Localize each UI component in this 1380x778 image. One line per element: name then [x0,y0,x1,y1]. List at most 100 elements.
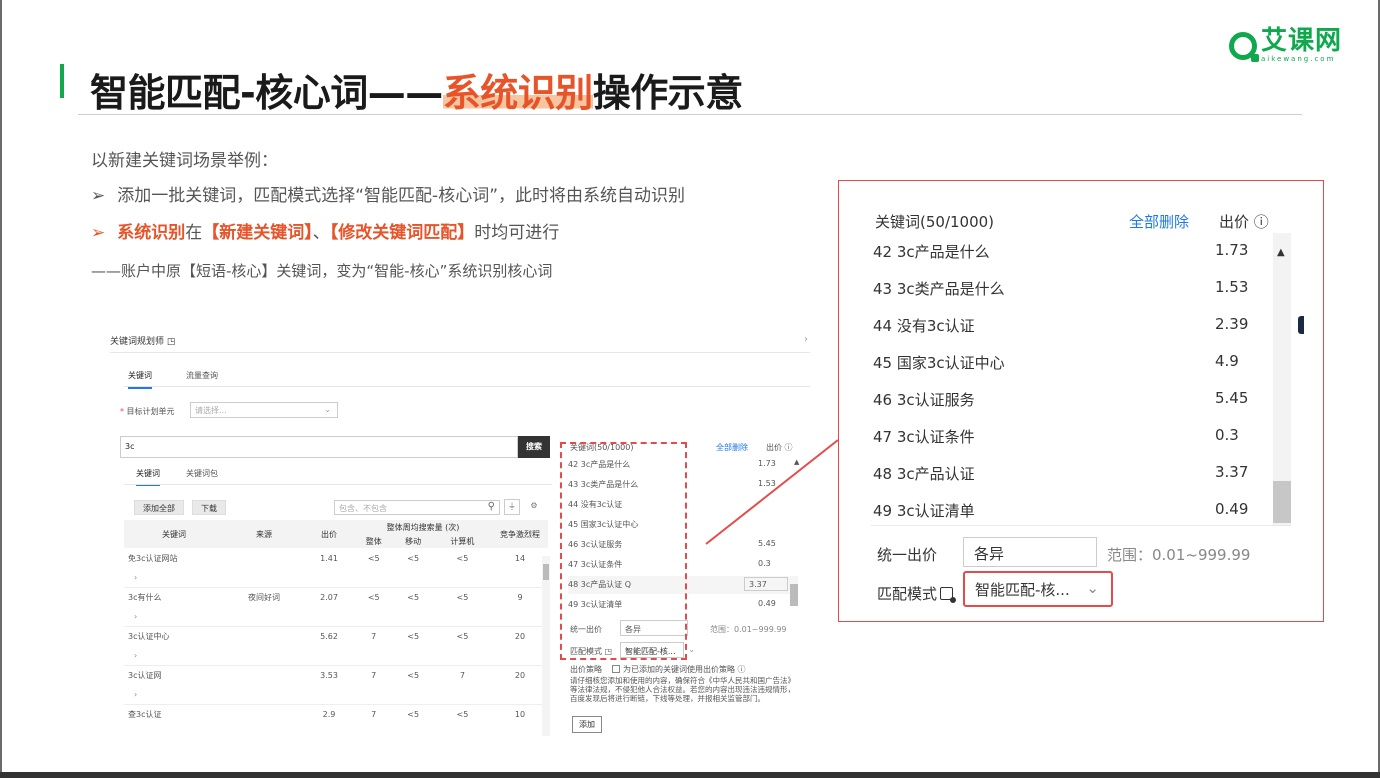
item-bid: 1.53 [758,479,776,488]
add-button[interactable]: 添加 [572,716,602,733]
list-item[interactable]: 49 3c认证清单 0.49 [871,492,1271,529]
arrow-bullet-icon: ➢ [91,223,106,243]
cell-keyword: 免3c认证网站 [128,554,178,563]
expand-arrow-icon[interactable]: › [124,608,548,627]
list-item[interactable]: 46 3c认证服务 5.45 [871,381,1271,418]
bid-strategy-checkbox[interactable] [612,665,620,673]
item-bid: 5.45 [1215,389,1249,407]
cell-mobile: <5 [407,710,420,720]
funnel-icon[interactable]: ⏚ [504,499,520,515]
expand-arrow-icon[interactable]: › [124,647,548,666]
expand-arrow-icon[interactable]: › [124,686,548,705]
cell-overall: 7 [371,710,377,720]
cell-keyword: 3c认证网 [128,671,162,681]
table-row[interactable]: 免3c认证网站 1.41 <5 <5 <5 14 [124,548,548,569]
th-pc: 计算机 [432,534,492,548]
cell-overall: <5 [367,554,380,563]
list-item[interactable]: 47 3c认证条件 0.3 [871,418,1271,455]
edge-marker [1298,316,1304,334]
gear-icon[interactable]: ⚙ [526,499,542,515]
zoom-bid-range: 范围：0.01~999.99 [1107,546,1251,564]
keyword-planner-screenshot: 关键词规划师 ◳ › 关键词 流量查询 * 目标计划单元 请选择... ⌄ 3c … [110,328,810,738]
legal-notice: 请仔细核您添加和使用的内容，确保符合《中华人民共和国广告法》等法律法规，不侵犯他… [570,676,795,703]
item-bid: 4.9 [1215,352,1239,370]
sub-note: ——账户中原【短语-核心】关键词，变为“智能-核心”系统识别核心词 [91,262,553,280]
expand-arrow-icon[interactable]: › [124,569,548,588]
cell-keyword: 查3c认证 [128,710,162,720]
logo-text: 艾课网 aikewang.com [1261,28,1342,63]
list-item[interactable]: 45 国家3c认证中心 4.9 [871,344,1271,381]
bullet-1-text: 添加一批关键词，匹配模式选择“智能匹配-核心词”，此时将由系统自动识别 [117,186,685,206]
cell-pc: <5 [456,632,469,642]
search-button[interactable]: 搜索 [518,436,550,458]
cell-pc: <5 [456,593,469,603]
search-icon: ⚲ [487,501,495,512]
zoom-bid-header: 出价 ⓘ [1219,213,1269,231]
th-weekly-search: 整体周均搜索量 (次) [354,520,492,534]
th-overall: 整体 [354,534,394,548]
table-row[interactable]: 3c认证网 3.53 7 <5 7 20 [124,665,548,686]
cell-source [224,665,304,686]
bid-strategy-label: 出价策略 [570,665,602,674]
cell-source: 夜间好词 [248,593,280,603]
zoom-match-mode-text: 匹配模式 [877,585,938,603]
keyword-search-input[interactable]: 3c [120,436,518,458]
table-scrollbar[interactable] [542,556,550,736]
zoom-divider [871,525,1291,526]
add-all-button[interactable]: 添加全部 [134,500,184,515]
cell-mobile: <5 [407,554,420,563]
chevron-down-icon: ⌄ [688,645,695,654]
bullet-2-em-3: 【修改关键词匹配】 [329,223,475,243]
table-row[interactable]: 3c认证中心 5.62 7 <5 <5 20 [124,626,548,647]
zoom-match-mode-select[interactable]: 智能匹配-核... ⌄ [975,579,1103,603]
info-icon [940,587,957,603]
scroll-up-icon[interactable]: ▲ [794,458,799,466]
cell-competition: 10 [514,710,526,720]
unit-placeholder: 请选择... [195,406,227,415]
chevron-right-icon[interactable]: › [804,334,808,345]
unit-select[interactable]: 请选择... ⌄ [190,402,338,418]
zoom-unified-bid-input[interactable]: 各异 [963,537,1097,567]
table-row[interactable]: 查3c认证 2.9 7 <5 <5 10 [124,704,548,725]
item-keyword: 47 3c认证条件 [873,428,975,446]
delete-all-link[interactable]: 全部删除 [716,442,748,453]
item-keyword: 44 没有3c认证 [873,317,975,335]
item-bid-input[interactable]: 3.37 [744,577,788,591]
item-bid: 1.73 [758,459,776,468]
zoom-delete-all-link[interactable]: 全部删除 [1129,211,1189,232]
list-item[interactable]: 44 没有3c认证 2.39 [871,307,1271,344]
brand-logo: 艾课网 aikewang.com [1228,28,1342,63]
cell-mobile: <5 [407,671,420,681]
table-row[interactable]: 3c有什么 夜间好词 2.07 <5 <5 <5 9 [124,587,548,608]
bullet-2-em-2: 【新建关键词】 [202,223,313,243]
list-item[interactable]: 42 3c产品是什么 1.73 [871,233,1271,270]
cell-mobile: <5 [407,593,420,603]
item-bid: 5.45 [758,539,776,548]
list-item[interactable]: 43 3c类产品是什么 1.53 [871,270,1271,307]
zoom-match-mode-highlight: 智能匹配-核... ⌄ [963,571,1113,607]
intro-text: 以新建关键词场景举例： [91,151,278,171]
cell-source [224,704,304,725]
th-source: 来源 [224,520,304,548]
list-item[interactable]: 48 3c产品认证 3.37 [871,455,1271,492]
cell-bid: 1.41 [320,554,338,563]
panel-scrollbar[interactable] [790,584,798,606]
zoom-match-mode-label: 匹配模式 [877,583,957,604]
cell-competition: 14 [514,554,526,563]
cell-bid: 3.53 [320,671,338,681]
cell-pc: 7 [459,671,465,681]
brand-name: 艾课网 [1260,26,1342,56]
cell-keyword: 3c认证中心 [128,632,170,642]
tab-divider [124,386,810,387]
subtab-divider [124,484,552,485]
unit-label: * 目标计划单元 [120,406,175,417]
scroll-up-icon[interactable]: ▲ [1277,247,1285,258]
table-scroll-thumb[interactable] [543,564,549,580]
planner-header: 关键词规划师 ◳ [110,334,175,347]
cell-keyword: 3c有什么 [128,593,162,603]
filter-input[interactable]: 包含、不包含 ⚲ [334,500,500,515]
download-button[interactable]: 下载 [192,500,226,515]
title-accent-bar [60,64,64,98]
zoom-scroll-thumb[interactable] [1273,481,1291,523]
bullet-1: ➢ 添加一批关键词，匹配模式选择“智能匹配-核心词”，此时将由系统自动识别 [91,181,685,206]
